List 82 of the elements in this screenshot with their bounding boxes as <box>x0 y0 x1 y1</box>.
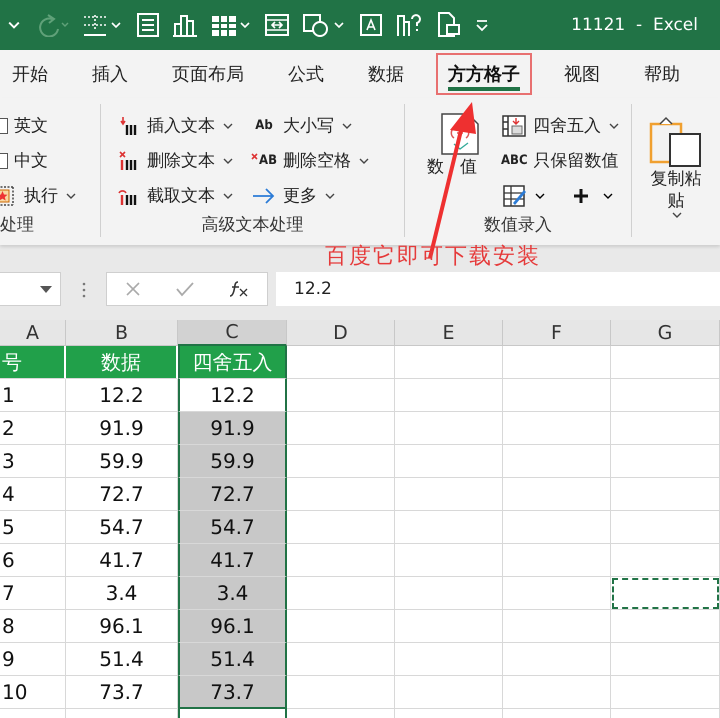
menu-button[interactable]: 执行 <box>0 178 76 213</box>
caret-icon <box>325 192 335 198</box>
menu-button[interactable]: 插入文本 <box>115 108 233 143</box>
table-cell: 4 <box>0 478 66 511</box>
table-cell: 8 <box>0 610 66 643</box>
table-cell: 3 <box>0 445 66 478</box>
copy-paste-button[interactable]: 复制粘贴 <box>648 116 704 218</box>
customize-icon[interactable] <box>474 18 490 32</box>
table-cell: 7 <box>0 577 66 610</box>
table-cell: 51.4 <box>178 643 287 676</box>
table-cell: 12.2 <box>66 379 178 412</box>
letter-case-icon: Ab <box>251 118 277 133</box>
ribbon-tab[interactable]: 数据 <box>356 53 416 95</box>
checkbox[interactable]: 中文 <box>0 143 76 178</box>
text-icon: ABC <box>501 153 528 168</box>
ribbon-tab[interactable]: 视图 <box>552 53 612 95</box>
table-icon <box>501 114 527 136</box>
dropdown-icon <box>40 286 52 292</box>
menu-button[interactable]: 截取文本 <box>115 178 233 213</box>
column-header[interactable]: B <box>66 320 178 346</box>
menu-button[interactable]: 更多 <box>251 178 369 213</box>
caret-icon <box>223 192 233 198</box>
caret-icon <box>223 122 233 128</box>
caret-icon <box>66 192 76 198</box>
window-title: 11121 - Excel <box>571 15 698 35</box>
group-label: 处理 <box>0 215 34 235</box>
table-cell: 1 <box>0 379 66 412</box>
group-label: 高级文本处理 <box>202 215 304 235</box>
caret-icon <box>609 122 619 128</box>
table-cell: 91.9 <box>178 412 287 445</box>
table-cell: 5 <box>0 511 66 544</box>
table-cell: 6 <box>0 544 66 577</box>
table-cell: 73.7 <box>178 676 287 709</box>
table-cell: 96.1 <box>178 610 287 643</box>
table-cell: 59.9 <box>178 445 287 478</box>
caret-icon <box>342 122 352 128</box>
shapes-icon[interactable] <box>302 12 346 38</box>
table-cell: 10 <box>0 676 66 709</box>
header-cell: 数据 <box>66 346 178 379</box>
ribbon-tab[interactable]: 方方格子 <box>436 53 532 95</box>
ribbon-tab[interactable]: 插入 <box>80 53 140 95</box>
table-cell: 41.7 <box>178 544 287 577</box>
more-icon <box>82 282 86 298</box>
arrow-icon <box>251 186 277 206</box>
column-header[interactable]: C <box>178 320 287 346</box>
check-icon[interactable] <box>176 281 194 297</box>
table-cell: 2 <box>0 412 66 445</box>
menu-button[interactable]: AB 删除空格 <box>251 143 369 178</box>
ribbon-tab[interactable]: 开始 <box>0 53 60 95</box>
name-box[interactable] <box>0 272 61 306</box>
column-header[interactable]: E <box>395 320 503 346</box>
print-preview-icon[interactable] <box>436 11 462 39</box>
annotation-text: 百度它即可下载安装 <box>325 245 541 269</box>
caret-icon[interactable] <box>8 21 20 29</box>
column-header[interactable]: D <box>287 320 395 346</box>
formula-field[interactable]: 12.2 <box>276 272 720 306</box>
text-box-icon[interactable] <box>358 12 384 38</box>
menu-button[interactable]: 删除文本 <box>115 143 233 178</box>
ribbon-button[interactable]: ABC 只保留数值 <box>501 143 619 178</box>
table-cell: 54.7 <box>178 511 287 544</box>
ribbon-tab[interactable]: 页面布局 <box>160 53 256 95</box>
caret-icon <box>223 158 233 164</box>
table-cell: 3.4 <box>178 577 287 610</box>
column-header[interactable]: G <box>611 320 720 346</box>
chart-icon[interactable] <box>172 12 198 38</box>
column-header[interactable]: A <box>0 320 66 346</box>
menu-button[interactable]: Ab 大小写 <box>251 108 369 143</box>
table-cell: 9 <box>0 643 66 676</box>
checkbox[interactable]: 英文 <box>0 108 76 143</box>
add-icon[interactable] <box>573 188 613 204</box>
ribbon-tab[interactable]: 公式 <box>276 53 336 95</box>
header-cell: 四舍五入 <box>178 346 287 379</box>
header-cell: 号 <box>0 346 66 379</box>
ribbon-tab[interactable]: 帮助 <box>632 53 692 95</box>
column-header[interactable]: F <box>503 320 611 346</box>
menu-button[interactable]: 四舍五入 <box>501 108 619 143</box>
group-label: 数值录入 <box>484 215 552 235</box>
function-icon[interactable] <box>229 280 250 298</box>
table-cell: 72.7 <box>178 478 287 511</box>
table-edit-icon[interactable] <box>501 184 545 206</box>
help-icon[interactable] <box>396 12 424 38</box>
caret-icon <box>359 158 369 164</box>
